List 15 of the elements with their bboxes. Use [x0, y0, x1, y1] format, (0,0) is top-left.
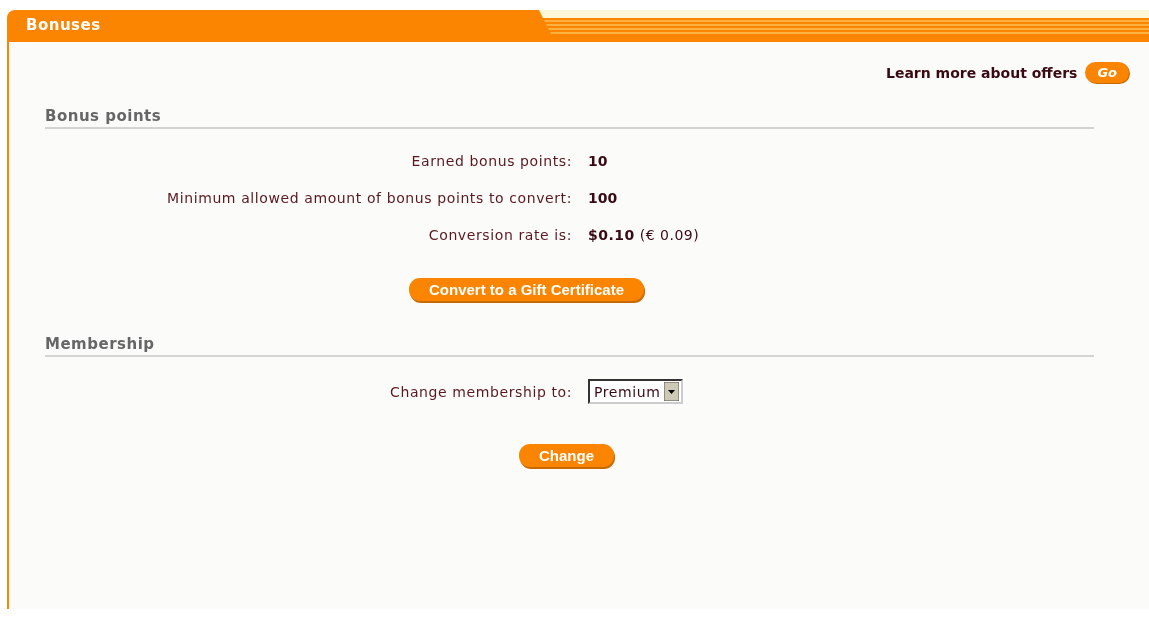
- field-label: Change membership to:: [389, 383, 572, 400]
- field-label: Conversion rate is:: [427, 226, 572, 243]
- field-label: Earned bonus points:: [410, 152, 572, 169]
- learn-more-text: Learn more about offers: [886, 64, 1078, 81]
- section-button[interactable]: Change: [519, 444, 614, 467]
- field-value: 10: [588, 153, 608, 169]
- field-value: $0.10 (€ 0.09): [588, 227, 700, 243]
- section-button[interactable]: Convert to a Gift Certificate: [409, 278, 645, 301]
- dropdown-arrow-icon[interactable]: [663, 382, 679, 401]
- go-button[interactable]: Go: [1085, 62, 1129, 83]
- field-value: 100: [588, 190, 618, 206]
- field-label: Minimum allowed amount of bonus points to convert:: [166, 189, 572, 206]
- section-heading: Membership: [45, 335, 1094, 357]
- membership-select[interactable]: Premium: [588, 379, 683, 404]
- section-heading: Bonus points: [45, 107, 1094, 129]
